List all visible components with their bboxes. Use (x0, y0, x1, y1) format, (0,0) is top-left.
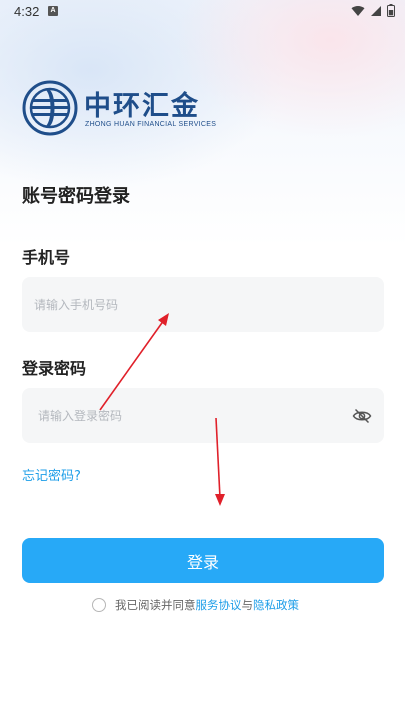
brand-name-en: ZHONG HUAN FINANCIAL SERVICES (85, 121, 217, 128)
globe-logo-icon (22, 80, 78, 136)
forgot-password-link[interactable]: 忘记密码? (22, 465, 81, 484)
login-title: 账号密码登录 (22, 186, 130, 207)
notification-icon: A (48, 6, 58, 16)
phone-label: 手机号 (22, 248, 71, 267)
agreement-row: 我已阅读并同意 服务协议 与 隐私政策 (92, 596, 299, 614)
password-label: 登录密码 (22, 359, 87, 378)
privacy-link[interactable]: 隐私政策 (253, 597, 299, 613)
brand-logo: 中环汇金 ZHONG HUAN FINANCIAL SERVICES (22, 80, 222, 136)
password-field[interactable] (22, 388, 384, 443)
agree-checkbox[interactable] (92, 598, 106, 612)
login-button[interactable]: 登录 (22, 538, 384, 583)
eye-off-icon[interactable] (352, 406, 372, 426)
status-time: 4:32 (14, 4, 40, 19)
agreement-prefix: 我已阅读并同意 (115, 598, 196, 612)
wifi-icon (351, 5, 365, 16)
signal-icon (371, 5, 381, 16)
status-icons (351, 4, 395, 17)
phone-input[interactable] (34, 277, 334, 332)
battery-icon (387, 4, 395, 17)
agreement-conjunction: 与 (241, 598, 254, 612)
phone-field[interactable] (22, 277, 384, 332)
password-input[interactable] (38, 388, 338, 443)
terms-link[interactable]: 服务协议 (196, 597, 242, 613)
brand-name-cn: 中环汇金 (84, 91, 200, 122)
status-bar: 4:32 A (0, 0, 405, 24)
